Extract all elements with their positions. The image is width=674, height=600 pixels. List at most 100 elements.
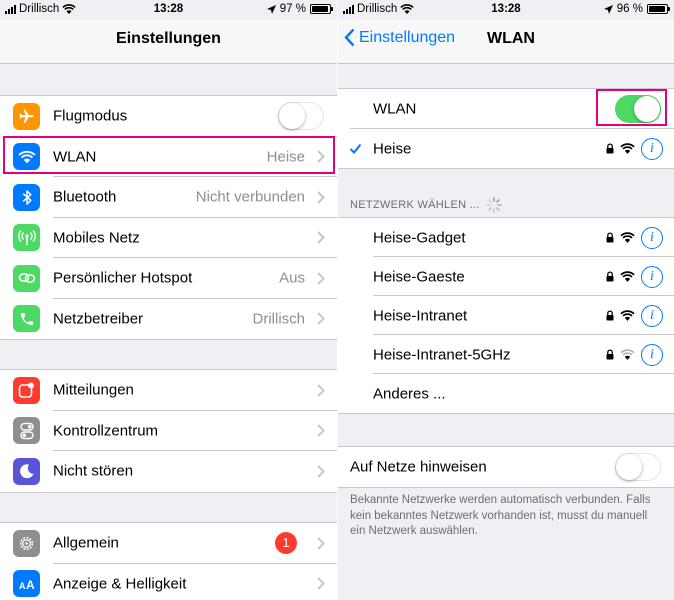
settings-row-value: Aus: [279, 269, 305, 287]
settings-row-anzeige[interactable]: AA Anzeige & Helligkeit: [0, 564, 337, 600]
ask-to-join-group: Auf Netze hinweisen: [338, 446, 674, 488]
page-title: WLAN: [487, 30, 535, 47]
nav-bar: Einstellungen: [0, 20, 337, 64]
battery-percent: 97 %: [279, 3, 306, 15]
status-bar: Drillisch 13:28 97 %: [0, 0, 337, 20]
other-network-label: Anderes ...: [373, 385, 446, 402]
settings-row-label: Bluetooth: [53, 188, 117, 206]
chevron-right-icon: [317, 272, 325, 285]
lock-icon: [606, 310, 614, 321]
settings-row-label: Allgemein: [53, 534, 119, 552]
ask-to-join-row: Auf Netze hinweisen: [338, 447, 674, 487]
chevron-right-icon: [317, 465, 325, 478]
chevron-right-icon: [317, 424, 325, 437]
settings-group-general: Allgemein 1 AA Anzeige & Helligkeit: [0, 522, 337, 600]
highlight-box-wlan-toggle: [596, 89, 667, 126]
battery-icon: [310, 4, 333, 14]
location-arrow-icon: [603, 4, 613, 14]
settings-row-mitteilungen[interactable]: Mitteilungen: [0, 370, 337, 411]
notifications-icon: [13, 376, 40, 404]
settings-row-netzbetreiber[interactable]: Netzbetreiber Drillisch: [0, 299, 337, 340]
settings-row-value: Drillisch: [252, 310, 306, 328]
status-bar: Drillisch 13:28 96 %: [338, 0, 674, 20]
settings-row-label: Mitteilungen: [53, 381, 134, 399]
airplane-icon: [13, 102, 40, 130]
info-icon[interactable]: i: [641, 343, 663, 366]
network-name: Heise-Intranet: [373, 307, 468, 324]
wlan-screen: Drillisch 13:28 96 % Einstellungen WLAN …: [338, 0, 674, 600]
phone-icon: [13, 305, 40, 333]
network-name: Heise-Gaeste: [373, 268, 465, 285]
settings-row-value: Nicht verbunden: [195, 188, 305, 206]
network-row[interactable]: Heise-Intranet i: [338, 296, 674, 335]
chevron-right-icon: [317, 312, 325, 325]
settings-row-flugmodus[interactable]: Flugmodus: [0, 96, 337, 137]
svg-text:A: A: [26, 578, 35, 590]
lock-icon: [606, 143, 614, 154]
settings-row-label: Mobiles Netz: [53, 229, 140, 247]
settings-row-label: Persönlicher Hotspot: [53, 269, 193, 287]
network-list: Heise-Gadget i Heise-Gaeste i Heise-Intr…: [338, 217, 674, 414]
chevron-right-icon: [317, 577, 325, 590]
wifi-signal-icon: [620, 143, 635, 154]
loading-spinner-icon: [485, 197, 502, 213]
wifi-signal-icon: [620, 271, 635, 282]
settings-row-allgemein[interactable]: Allgemein 1: [0, 523, 337, 564]
battery-percent: 96 %: [616, 3, 643, 15]
bluetooth-icon: [13, 183, 40, 211]
display-icon: AA: [13, 570, 40, 598]
connected-network-name: Heise: [373, 140, 412, 157]
settings-group-connectivity: Flugmodus WLAN Heise Bluetooth Nicht ver…: [0, 95, 337, 340]
settings-row-label: Nicht stören: [53, 462, 134, 480]
settings-row-hotspot[interactable]: Persönlicher Hotspot Aus: [0, 258, 337, 299]
settings-row-mobiles-netz[interactable]: Mobiles Netz: [0, 218, 337, 258]
svg-text:A: A: [19, 581, 26, 590]
settings-row-label: Kontrollzentrum: [53, 422, 159, 440]
lock-icon: [606, 271, 614, 282]
ask-to-join-footnote: Bekannte Netzwerke werden automatisch ve…: [350, 494, 651, 537]
nav-bar: Einstellungen WLAN: [338, 20, 674, 64]
info-icon[interactable]: i: [641, 137, 663, 160]
gear-icon: [13, 529, 40, 557]
page-title: Einstellungen: [116, 30, 221, 47]
chevron-right-icon: [317, 537, 325, 550]
wifi-signal-icon: [620, 349, 635, 360]
network-row[interactable]: Heise-Gaeste i: [338, 257, 674, 296]
section-header-label: NETZWERK WÄHLEN ...: [350, 199, 480, 211]
settings-row-label: Flugmodus: [53, 107, 128, 125]
settings-row-kontrollzentrum[interactable]: Kontrollzentrum: [0, 411, 337, 451]
settings-row-label: Anzeige & Helligkeit: [53, 575, 187, 593]
network-row[interactable]: Heise-Gadget i: [338, 218, 674, 257]
settings-row-label: Netzbetreiber: [53, 310, 144, 328]
moon-icon: [13, 457, 40, 485]
hotspot-icon: [13, 264, 40, 292]
wlan-label: WLAN: [373, 100, 417, 118]
info-icon[interactable]: i: [641, 304, 663, 327]
control-center-icon: [13, 417, 40, 445]
settings-group-notifications: Mitteilungen Kontrollzentrum Nicht störe…: [0, 369, 337, 493]
info-icon[interactable]: i: [641, 226, 663, 249]
info-icon[interactable]: i: [641, 265, 663, 288]
airplane-mode-toggle[interactable]: [278, 102, 324, 130]
chevron-right-icon: [317, 231, 325, 244]
other-network-row[interactable]: Anderes ...: [338, 374, 674, 413]
settings-row-bluetooth[interactable]: Bluetooth Nicht verbunden: [0, 177, 337, 218]
network-row[interactable]: Heise-Intranet-5GHz i: [338, 335, 674, 374]
settings-screen: Drillisch 13:28 97 % Einstellungen Flugm…: [0, 0, 337, 600]
wifi-signal-icon: [620, 232, 635, 243]
battery-icon: [647, 4, 670, 14]
notification-badge: 1: [275, 532, 297, 555]
section-header-networks: NETZWERK WÄHLEN ...: [350, 197, 502, 213]
lock-icon: [606, 349, 614, 360]
ask-to-join-toggle[interactable]: [615, 453, 661, 481]
lock-icon: [606, 232, 614, 243]
connected-network-row[interactable]: Heise i: [338, 129, 674, 168]
ask-to-join-label: Auf Netze hinweisen: [350, 458, 487, 476]
antenna-icon: [13, 224, 40, 252]
highlight-box-wlan: [3, 136, 335, 174]
location-arrow-icon: [266, 4, 276, 14]
chevron-right-icon: [317, 191, 325, 204]
settings-row-nicht-stoeren[interactable]: Nicht stören: [0, 451, 337, 492]
network-name: Heise-Intranet-5GHz: [373, 346, 511, 363]
wifi-signal-icon: [620, 310, 635, 321]
